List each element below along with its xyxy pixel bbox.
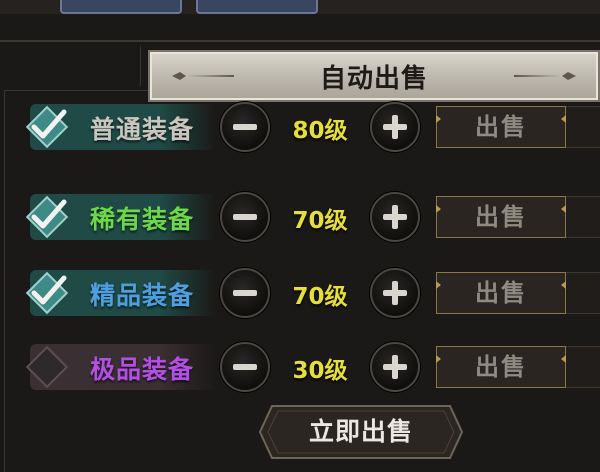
decrease-level-button[interactable] (220, 102, 270, 152)
minus-icon (233, 290, 257, 296)
plus-icon (383, 355, 407, 379)
quality-label: 精品装备 (90, 281, 195, 310)
quality-checkbox[interactable] (22, 192, 72, 242)
sell-button[interactable]: 出售 (436, 106, 566, 148)
plus-icon (383, 205, 407, 229)
quality-label: 极品装备 (90, 355, 195, 384)
checkmark-icon (22, 271, 72, 322)
row-tail (566, 106, 600, 148)
quality-label: 普通装备 (90, 115, 195, 144)
plus-icon (383, 115, 407, 139)
decrease-level-button[interactable] (220, 192, 270, 242)
quality-checkbox[interactable] (22, 342, 72, 392)
empty-checkbox-icon (22, 345, 72, 396)
level-value: 30级 (292, 358, 348, 384)
sell-now-label: 立即出售 (308, 417, 413, 446)
sell-button[interactable]: 出售 (436, 196, 566, 238)
checkmark-icon (22, 105, 72, 156)
panel-title-plate: 自动出售 (148, 50, 600, 102)
equipment-row: 普通装备 80级 出售 (0, 96, 600, 158)
equipment-row: 稀有装备 70级 出售 (0, 186, 600, 248)
divider (140, 46, 141, 86)
top-strip (0, 0, 600, 14)
sell-now-button[interactable]: 立即出售 (258, 404, 464, 460)
checkmark-icon (22, 195, 72, 246)
level-value: 80级 (292, 118, 348, 144)
minus-icon (233, 124, 257, 130)
panel-title: 自动出售 (319, 63, 428, 94)
quality-checkbox[interactable] (22, 268, 72, 318)
level-value: 70级 (292, 284, 348, 310)
divider (0, 40, 600, 42)
ornament-icon (514, 72, 576, 80)
quality-label: 稀有装备 (90, 205, 195, 234)
row-tail (566, 272, 600, 314)
decrease-level-button[interactable] (220, 342, 270, 392)
increase-level-button[interactable] (370, 342, 420, 392)
sell-button[interactable]: 出售 (436, 272, 566, 314)
increase-level-button[interactable] (370, 102, 420, 152)
minus-icon (233, 364, 257, 370)
ornament-icon (172, 72, 234, 80)
equipment-row: 极品装备 30级 出售 (0, 336, 600, 398)
row-tail (566, 346, 600, 388)
minus-icon (233, 214, 257, 220)
top-tab-button[interactable] (60, 0, 182, 14)
level-value: 70级 (292, 208, 348, 234)
quality-checkbox[interactable] (22, 102, 72, 152)
row-tail (566, 196, 600, 238)
sell-button[interactable]: 出售 (436, 346, 566, 388)
plus-icon (383, 281, 407, 305)
top-tab-button[interactable] (196, 0, 318, 14)
increase-level-button[interactable] (370, 268, 420, 318)
decrease-level-button[interactable] (220, 268, 270, 318)
increase-level-button[interactable] (370, 192, 420, 242)
equipment-row: 精品装备 70级 出售 (0, 262, 600, 324)
